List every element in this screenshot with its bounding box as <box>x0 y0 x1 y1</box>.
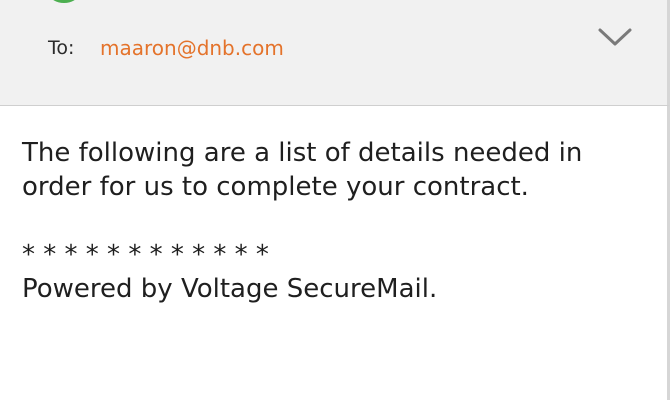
body-line: The following are a list of details need… <box>22 138 583 168</box>
sender-avatar[interactable] <box>50 0 78 3</box>
body-line: order for us to complete your contract. <box>22 172 529 202</box>
to-label: To: <box>48 37 75 59</box>
email-view: To: maaron@dnb.com The following are a l… <box>0 0 670 400</box>
chevron-down-icon[interactable] <box>594 24 636 52</box>
separator-line: * * * * * * * * * * * * <box>22 240 269 270</box>
recipient-address[interactable]: maaron@dnb.com <box>100 36 284 60</box>
recipient-row: To: maaron@dnb.com <box>48 33 284 63</box>
email-header: To: maaron@dnb.com <box>0 0 670 106</box>
message-text: The following are a list of details need… <box>22 136 642 306</box>
footer-text: Powered by Voltage SecureMail. <box>22 274 438 304</box>
email-body: The following are a list of details need… <box>0 106 670 400</box>
